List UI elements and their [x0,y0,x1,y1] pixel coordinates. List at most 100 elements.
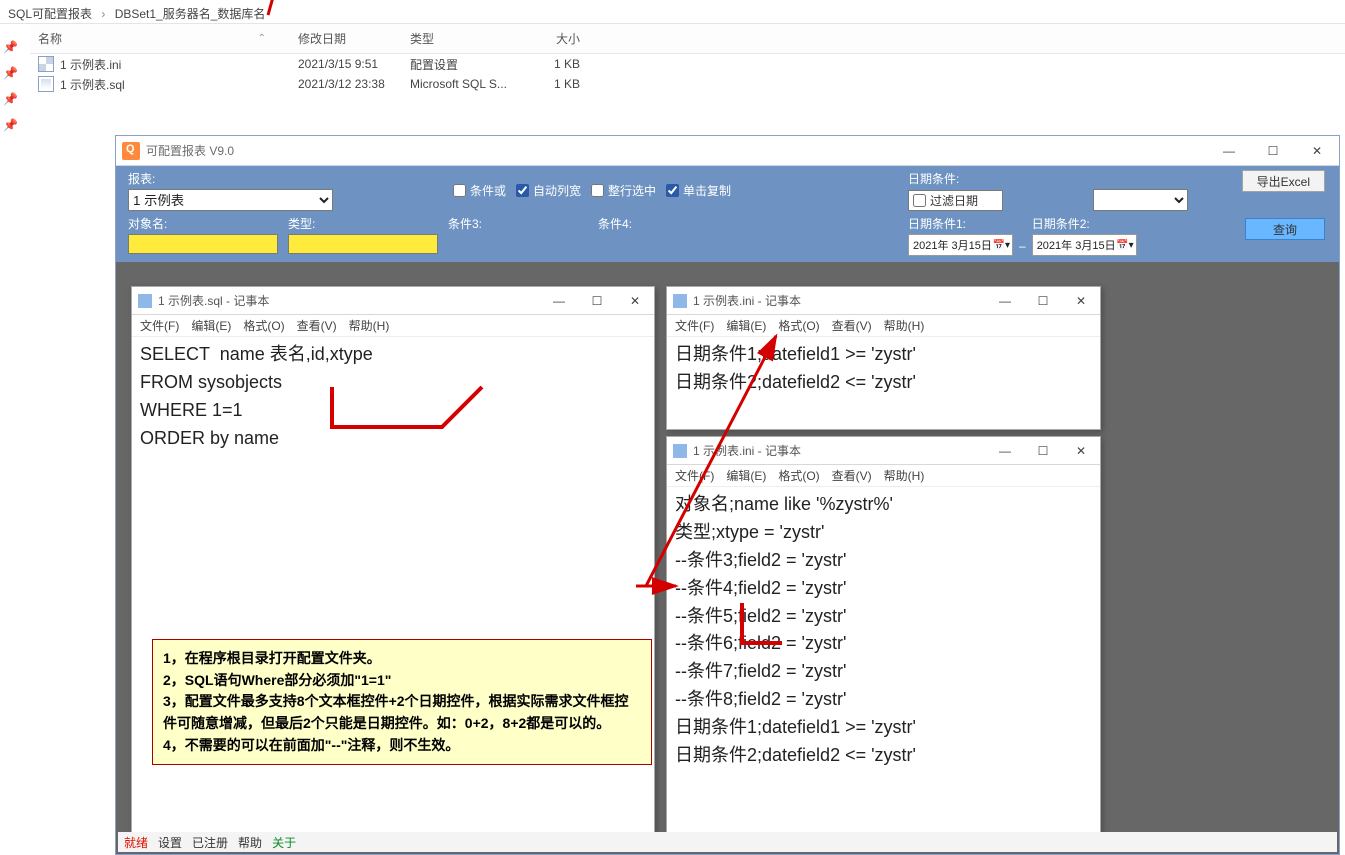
cond4-label: 条件4: [598,215,738,232]
menu-view[interactable]: 查看(V) [297,317,337,334]
file-type: 配置设置 [402,56,528,73]
calendar-icon: 📅▾ [1116,240,1133,251]
breadcrumb: SQL可配置报表 › DBSet1_服务器名_数据库名 [0,0,1345,24]
sql-file-icon [38,76,54,92]
menu-file[interactable]: 文件(F) [675,317,714,334]
maximize-button[interactable]: ☐ [578,287,616,315]
whole-row-checkbox[interactable]: 整行选中 [591,182,656,199]
menu-format[interactable]: 格式(O) [778,467,819,484]
col-name[interactable]: 名称⌃ [30,30,290,47]
pin-icon[interactable]: 📌 [3,92,17,106]
pin-icon[interactable]: 📌 [3,40,17,54]
notepad-sql: 1 示例表.sql - 记事本 ― ☐ ✕ 文件(F) 编辑(E) 格式(O) … [131,286,655,836]
file-size: 1 KB [528,77,588,91]
notepad-ini-bottom: 1 示例表.ini - 记事本 ― ☐ ✕ 文件(F) 编辑(E) 格式(O) … [666,436,1101,834]
notepad-titlebar: 1 示例表.sql - 记事本 ― ☐ ✕ [132,287,654,315]
titlebar: 可配置报表 V9.0 ― ☐ ✕ [116,136,1339,166]
close-button[interactable]: ✕ [616,287,654,315]
menu-view[interactable]: 查看(V) [832,467,872,484]
file-name: 1 示例表.ini [60,56,121,73]
col-size[interactable]: 大小 [528,30,588,47]
pin-strip: 📌 📌 📌 📌 [0,28,20,144]
close-button[interactable]: ✕ [1062,287,1100,315]
sort-indicator-icon: ⌃ [258,33,266,44]
app-logo-icon [122,142,140,160]
report-select[interactable]: 1 示例表 [128,189,333,211]
query-button[interactable]: 查询 [1245,218,1325,240]
cond-or-checkbox[interactable]: 条件或 [453,182,506,199]
file-type: Microsoft SQL S... [402,77,528,91]
status-help[interactable]: 帮助 [238,834,262,851]
status-about[interactable]: 关于 [272,834,296,851]
app-title: 可配置报表 V9.0 [146,142,234,159]
file-date: 2021/3/12 23:38 [290,77,402,91]
action-buttons: 导出Excel 查询 [1242,170,1325,240]
maximize-button[interactable]: ☐ [1251,136,1295,166]
notepad-menu: 文件(F) 编辑(E) 格式(O) 查看(V) 帮助(H) [667,315,1100,337]
pin-icon[interactable]: 📌 [3,118,17,132]
breadcrumb-part2[interactable]: DBSet1_服务器名_数据库名 [115,7,266,21]
minimize-button[interactable]: ― [540,287,578,315]
pin-icon[interactable]: 📌 [3,66,17,80]
notepad-body[interactable]: 日期条件1;datefield1 >= 'zystr' 日期条件2;datefi… [667,337,1100,401]
notepad-body[interactable]: 对象名;name like '%zystr%' 类型;xtype = 'zyst… [667,487,1100,774]
file-name: 1 示例表.sql [60,76,125,93]
file-row[interactable]: 1 示例表.sql 2021/3/12 23:38 Microsoft SQL … [30,74,1345,94]
maximize-button[interactable]: ☐ [1024,437,1062,465]
status-ready: 就绪 [124,834,148,851]
minimize-button[interactable]: ― [1207,136,1251,166]
maximize-button[interactable]: ☐ [1024,287,1062,315]
menu-edit[interactable]: 编辑(E) [191,317,231,334]
file-row[interactable]: 1 示例表.ini 2021/3/15 9:51 配置设置 1 KB [30,54,1345,74]
export-excel-button[interactable]: 导出Excel [1242,170,1325,192]
breadcrumb-part1[interactable]: SQL可配置报表 [8,7,92,21]
filter-date-checkbox[interactable]: 过滤日期 [908,190,1003,211]
menu-help[interactable]: 帮助(H) [349,317,390,334]
cond3-label: 条件3: [448,215,588,232]
status-settings[interactable]: 设置 [158,834,182,851]
menu-view[interactable]: 查看(V) [832,317,872,334]
col-type[interactable]: 类型 [402,30,528,47]
object-input[interactable] [128,234,278,254]
minimize-button[interactable]: ― [986,437,1024,465]
date1-label: 日期条件1: [908,215,1013,232]
notepad-body[interactable]: SELECT name 表名,id,xtype FROM sysobjects … [132,337,654,457]
status-registered[interactable]: 已注册 [192,834,228,851]
date-cond-select[interactable] [1093,189,1188,211]
menu-help[interactable]: 帮助(H) [884,467,925,484]
notepad-menu: 文件(F) 编辑(E) 格式(O) 查看(V) 帮助(H) [667,465,1100,487]
date2-input[interactable]: 2021年 3月15日📅▾ [1032,234,1137,256]
date1-input[interactable]: 2021年 3月15日📅▾ [908,234,1013,256]
notepad-titlebar: 1 示例表.ini - 记事本 ― ☐ ✕ [667,287,1100,315]
menu-format[interactable]: 格式(O) [778,317,819,334]
ini-file-icon [38,56,54,72]
auto-width-checkbox[interactable]: 自动列宽 [516,182,581,199]
notepad-title: 1 示例表.ini - 记事本 [693,442,801,459]
close-button[interactable]: ✕ [1062,437,1100,465]
notepad-icon [138,294,152,308]
menu-edit[interactable]: 编辑(E) [726,467,766,484]
minimize-button[interactable]: ― [986,287,1024,315]
file-list-header: 名称⌃ 修改日期 类型 大小 [30,24,1345,54]
type-label: 类型: [288,215,438,232]
report-label: 报表: [128,170,333,187]
app-window: 可配置报表 V9.0 ― ☐ ✕ 报表: 1 示例表 条件或 自动列宽 整行选中… [115,135,1340,855]
menu-file[interactable]: 文件(F) [140,317,179,334]
type-input[interactable] [288,234,438,254]
notepad-titlebar: 1 示例表.ini - 记事本 ― ☐ ✕ [667,437,1100,465]
menu-help[interactable]: 帮助(H) [884,317,925,334]
date-cond-label: 日期条件: [908,170,1188,187]
calendar-icon: 📅▾ [993,240,1010,251]
menu-format[interactable]: 格式(O) [243,317,284,334]
date-section: 日期条件: 过滤日期 日期条件1: 2021年 3月15日📅▾ – 日期条件2:… [908,170,1188,256]
menu-edit[interactable]: 编辑(E) [726,317,766,334]
single-copy-checkbox[interactable]: 单击复制 [666,182,731,199]
date-sep: – [1019,239,1026,256]
file-date: 2021/3/15 9:51 [290,57,402,71]
notepad-title: 1 示例表.sql - 记事本 [158,292,269,309]
close-button[interactable]: ✕ [1295,136,1339,166]
col-date[interactable]: 修改日期 [290,30,402,47]
toolbar: 报表: 1 示例表 条件或 自动列宽 整行选中 单击复制 对象名: 类型: 条件… [116,166,1339,262]
file-list: 名称⌃ 修改日期 类型 大小 1 示例表.ini 2021/3/15 9:51 … [30,24,1345,94]
menu-file[interactable]: 文件(F) [675,467,714,484]
